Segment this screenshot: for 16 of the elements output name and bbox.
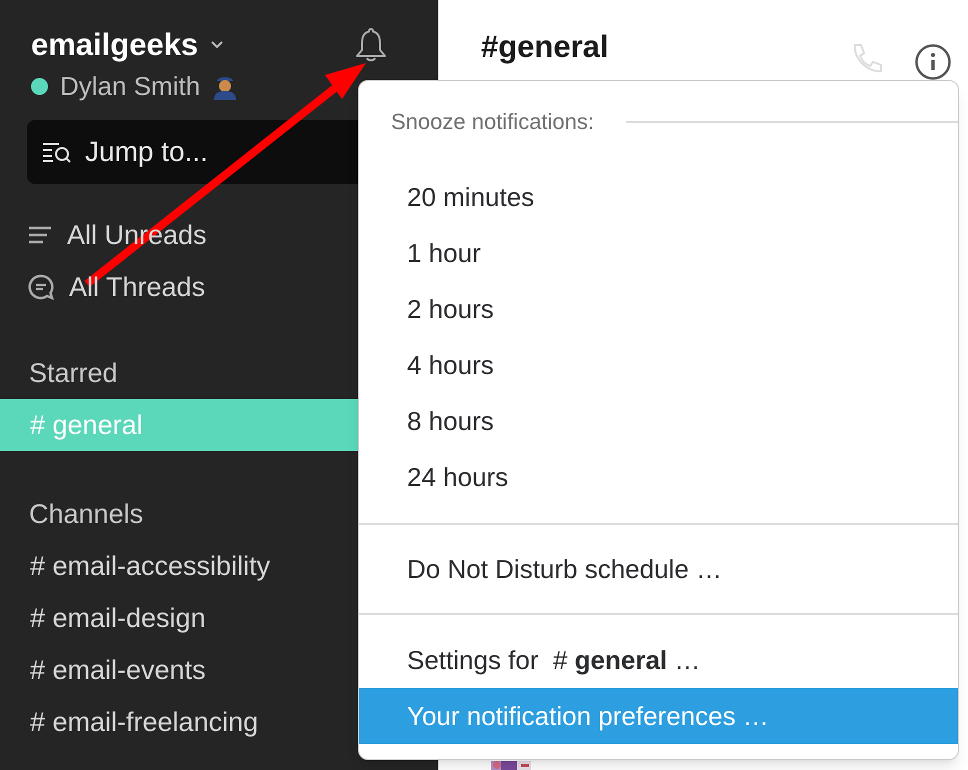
menu-item[interactable]: 1 hour [359,225,958,281]
menu-item[interactable]: 8 hours [359,393,958,449]
channel-title: #general [481,28,609,66]
workspace-name[interactable]: emailgeeks [31,26,198,64]
menu-item[interactable]: 2 hours [359,281,958,337]
speech-bubble-icon [27,273,55,301]
menu-item[interactable]: Settings for # general … [359,632,958,688]
lines-icon [27,224,53,246]
menu-item[interactable]: Do Not Disturb schedule … [359,541,958,597]
section-heading: Channels [29,498,144,531]
chevron-down-icon[interactable] [210,40,224,50]
section-heading: Starred [29,357,118,390]
menu-item[interactable]: 4 hours [359,337,958,393]
menu-item[interactable]: 24 hours [359,449,958,505]
user-name: Dylan Smith [60,70,200,102]
info-icon[interactable] [914,43,952,81]
